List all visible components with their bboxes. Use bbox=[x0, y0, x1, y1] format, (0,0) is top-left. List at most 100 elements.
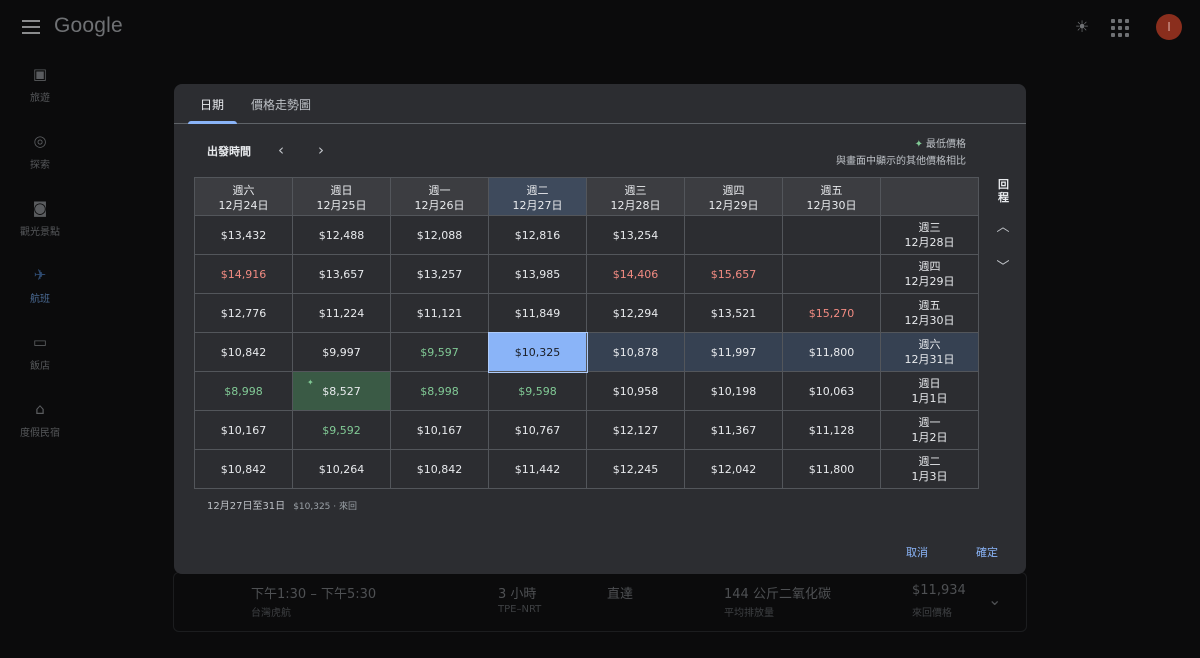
price-cell[interactable]: ✦ $8,527 bbox=[292, 371, 391, 411]
price-cell[interactable]: $10,167 bbox=[390, 410, 489, 450]
selection-summary: 12月27日至31日 $10,325 · 來回 bbox=[207, 497, 357, 512]
price-cell[interactable]: $9,598 bbox=[488, 371, 587, 411]
price-cell[interactable]: $12,294 bbox=[586, 293, 685, 333]
price-value: $14,406 bbox=[612, 267, 659, 281]
grid-row: $8,998 ✦ $8,527 $8,998 $9,598 $10,958 $10,198 $… bbox=[194, 371, 979, 411]
price-value: $13,985 bbox=[514, 267, 561, 281]
next-return-week-button[interactable]: ﹀ bbox=[991, 256, 1015, 280]
price-value: $15,270 bbox=[808, 306, 855, 320]
sidebar-item-attractions[interactable]: ◙ 觀光景點 bbox=[0, 194, 80, 261]
grid-row: $10,842 $9,997 $9,597 $10,325 $10,878 $11,997… bbox=[194, 331, 979, 373]
flight-airline: 台灣虎航 bbox=[251, 608, 291, 619]
price-cell[interactable]: $10,198 bbox=[684, 371, 783, 411]
departure-date-header: 週日 12月25日 bbox=[292, 177, 391, 216]
summary-dates: 12月27日至31日 bbox=[207, 501, 286, 512]
price-value: $11,128 bbox=[808, 423, 855, 437]
price-cell[interactable]: $11,800 bbox=[782, 449, 881, 489]
price-cell[interactable]: $11,997 bbox=[684, 332, 783, 372]
prev-week-button[interactable]: ‹ bbox=[270, 139, 292, 161]
price-cell[interactable]: $15,657 bbox=[684, 254, 783, 294]
account-avatar[interactable]: I bbox=[1156, 14, 1182, 40]
price-cell[interactable]: $12,088 bbox=[390, 215, 489, 255]
flight-result-card[interactable] bbox=[173, 572, 1027, 632]
price-cell[interactable]: $10,063 bbox=[782, 371, 881, 411]
menu-icon[interactable] bbox=[22, 20, 40, 34]
price-cell[interactable]: $9,592 bbox=[292, 410, 391, 450]
google-logo[interactable]: Google bbox=[54, 14, 123, 38]
price-cell[interactable]: $11,121 bbox=[390, 293, 489, 333]
header-day: 週六 bbox=[232, 183, 255, 197]
price-value: $9,997 bbox=[322, 345, 361, 359]
expand-chevron-icon[interactable]: ⌄ bbox=[988, 590, 1001, 609]
price-value: $13,432 bbox=[220, 228, 267, 242]
price-cell[interactable]: $8,998 bbox=[390, 371, 489, 411]
active-tab-indicator bbox=[188, 121, 237, 124]
return-date: 12月28日 bbox=[904, 236, 955, 249]
next-week-button[interactable]: › bbox=[310, 139, 332, 161]
header-date: 12月27日 bbox=[512, 198, 563, 212]
price-cell[interactable]: $11,442 bbox=[488, 449, 587, 489]
price-cell[interactable]: $11,367 bbox=[684, 410, 783, 450]
price-cell[interactable]: $9,997 bbox=[292, 332, 391, 372]
price-cell[interactable]: $14,406 bbox=[586, 254, 685, 294]
departure-label: 出發時間 bbox=[207, 145, 251, 158]
price-cell[interactable]: $10,842 bbox=[390, 449, 489, 489]
return-date-header: 週六 12月31日 bbox=[880, 332, 979, 372]
luggage-icon: ▣ bbox=[32, 65, 48, 83]
price-cell[interactable]: $13,432 bbox=[194, 215, 293, 255]
sidebar-item-explore[interactable]: ◎ 探索 bbox=[0, 127, 80, 194]
sidebar-item-hotels[interactable]: ▭ 飯店 bbox=[0, 328, 80, 395]
house-icon: ⌂ bbox=[35, 400, 45, 418]
tab-price-graph[interactable]: 價格走勢圖 bbox=[251, 96, 311, 113]
price-cell[interactable] bbox=[782, 215, 881, 255]
price-value: $10,198 bbox=[710, 384, 757, 398]
price-cell[interactable]: $8,998 bbox=[194, 371, 293, 411]
cancel-button[interactable]: 取消 bbox=[906, 544, 928, 560]
price-cell[interactable]: $13,521 bbox=[684, 293, 783, 333]
price-cell[interactable]: $12,776 bbox=[194, 293, 293, 333]
return-date-header: 週三 12月28日 bbox=[880, 215, 979, 255]
price-cell[interactable]: $13,257 bbox=[390, 254, 489, 294]
price-cell[interactable]: $14,916 bbox=[194, 254, 293, 294]
header-date: 12月25日 bbox=[316, 198, 367, 212]
price-value: $12,816 bbox=[514, 228, 561, 242]
price-cell[interactable]: $13,985 bbox=[488, 254, 587, 294]
apps-grid-icon[interactable] bbox=[1108, 15, 1132, 39]
price-cell[interactable]: $10,958 bbox=[586, 371, 685, 411]
price-cell[interactable]: $11,128 bbox=[782, 410, 881, 450]
price-cell[interactable]: $13,657 bbox=[292, 254, 391, 294]
price-value: $11,224 bbox=[318, 306, 365, 320]
price-cell[interactable]: $10,767 bbox=[488, 410, 587, 450]
price-cell[interactable]: $10,878 bbox=[586, 332, 685, 372]
price-cell[interactable] bbox=[684, 215, 783, 255]
price-cell[interactable] bbox=[782, 254, 881, 294]
price-cell[interactable]: $15,270 bbox=[782, 293, 881, 333]
price-cell[interactable]: $11,800 bbox=[782, 332, 881, 372]
price-value: $11,442 bbox=[514, 462, 561, 476]
sidebar-item-travel[interactable]: ▣ 旅遊 bbox=[0, 60, 80, 127]
prev-return-week-button[interactable]: ︿ bbox=[991, 216, 1015, 240]
price-cell[interactable]: $12,245 bbox=[586, 449, 685, 489]
return-day: 週五 bbox=[918, 299, 941, 312]
tab-dates[interactable]: 日期 bbox=[200, 96, 224, 113]
price-cell[interactable]: $11,224 bbox=[292, 293, 391, 333]
price-cell[interactable]: $10,842 bbox=[194, 332, 293, 372]
theme-sun-icon[interactable]: ☀ bbox=[1070, 15, 1094, 39]
price-cell[interactable]: $10,264 bbox=[292, 449, 391, 489]
price-cell[interactable]: $10,842 bbox=[194, 449, 293, 489]
price-cell[interactable]: $12,488 bbox=[292, 215, 391, 255]
price-cell[interactable]: $9,597 bbox=[390, 332, 489, 372]
sidebar-item-vacation-rentals[interactable]: ⌂ 度假民宿 bbox=[0, 395, 80, 462]
price-cell[interactable]: $10,325 bbox=[487, 331, 588, 373]
confirm-button[interactable]: 確定 bbox=[976, 544, 998, 560]
price-cell[interactable]: $13,254 bbox=[586, 215, 685, 255]
price-value: $13,657 bbox=[318, 267, 365, 281]
price-cell[interactable]: $12,816 bbox=[488, 215, 587, 255]
price-cell[interactable]: $10,167 bbox=[194, 410, 293, 450]
return-day: 週六 bbox=[918, 338, 941, 351]
price-cell[interactable]: $12,042 bbox=[684, 449, 783, 489]
price-cell[interactable]: $12,127 bbox=[586, 410, 685, 450]
sidebar-item-flights[interactable]: ✈ 航班 bbox=[0, 261, 80, 328]
flight-route: TPE–NRT bbox=[498, 604, 542, 615]
price-cell[interactable]: $11,849 bbox=[488, 293, 587, 333]
